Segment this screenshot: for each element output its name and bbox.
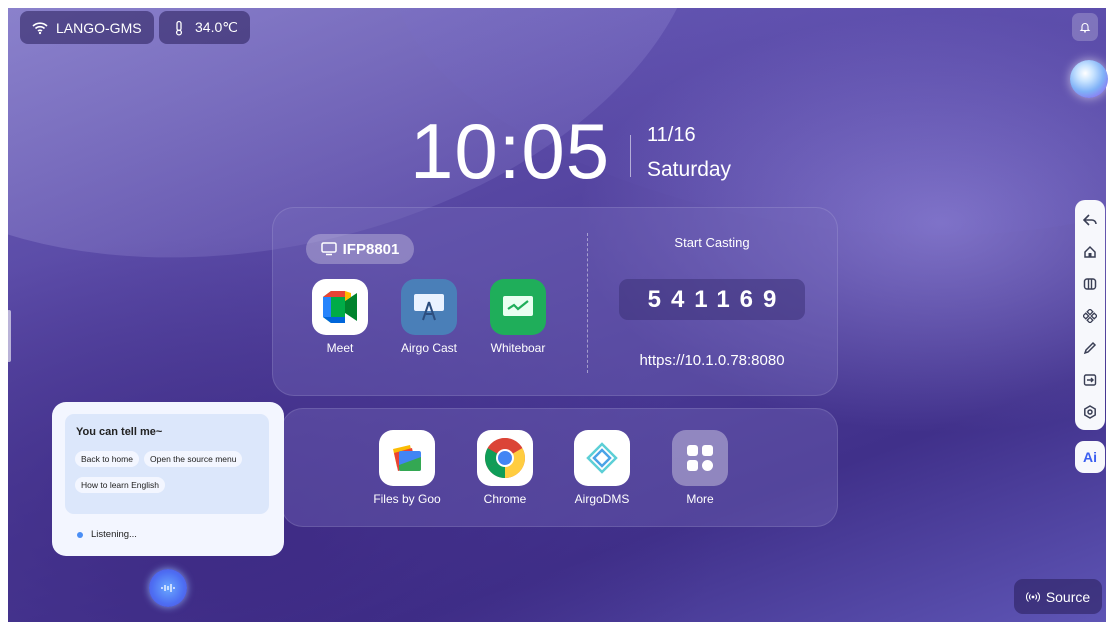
app-label: AirgoDMS [574,492,630,506]
app-meet[interactable]: Meet [300,279,380,355]
whiteboard-icon [490,279,546,335]
screen-share-icon [1083,374,1097,386]
app-label: Whiteboar [490,341,546,355]
split-screen-button[interactable] [1080,274,1100,294]
apps-button[interactable] [1080,306,1100,326]
ai-assistant-button[interactable]: Ai [1075,441,1105,473]
side-toolbar [1075,200,1105,430]
back-button[interactable] [1080,210,1100,230]
bell-icon [1079,23,1091,33]
temperature-status[interactable]: 34.0℃ [159,11,250,44]
airgo-cast-icon [401,279,457,335]
chrome-icon [477,430,533,486]
voice-suggestion[interactable]: Open the source menu [144,451,243,467]
home-icon [1084,245,1096,258]
thermometer-icon [175,20,183,36]
app-dock-panel [281,408,838,527]
back-icon [1083,214,1097,226]
monitor-icon [320,242,337,256]
edge-drag-handle[interactable] [7,310,11,362]
settings-icon [1084,405,1096,419]
app-whiteboard[interactable]: Whiteboar [478,279,558,355]
pen-icon [1083,341,1097,355]
more-apps-icon [672,430,728,486]
settings-button[interactable] [1080,402,1100,422]
app-more[interactable]: More [660,430,740,506]
app-label: Chrome [483,492,527,506]
voice-suggestion[interactable]: Back to home [75,451,139,467]
voice-status-text: Listening... [91,529,137,540]
app-label: Meet [326,341,354,355]
clock-time: 10:05 [410,107,611,195]
clock-weekday: Saturday [647,158,732,181]
clock-divider [630,135,631,177]
app-chrome[interactable]: Chrome [465,430,545,506]
assistant-orb[interactable] [1070,60,1108,98]
listening-dot [77,531,83,538]
app-label: Airgo Cast [400,341,458,355]
voice-mic-button[interactable] [149,569,187,607]
app-airgodms[interactable]: AirgoDMS [562,430,642,506]
notification-button[interactable] [1072,13,1098,41]
app-label: More [686,492,714,506]
split-screen-icon [1083,278,1097,290]
casting-title: Start Casting [674,235,750,250]
voice-suggestions-box: You can tell me~ Back to home Open the s… [65,414,269,514]
ai-label: Ai [1083,449,1097,465]
screen-share-button[interactable] [1080,370,1100,390]
clock-date: 11/16 [647,124,696,146]
temperature-value: 34.0℃ [195,19,238,35]
voice-suggestion[interactable]: How to learn English [75,477,165,493]
source-label: Source [1045,588,1091,605]
meet-icon [312,279,368,335]
files-icon [379,430,435,486]
panel-divider [587,233,588,373]
device-name-chip[interactable]: IFP8801 [306,234,414,264]
source-button[interactable]: Source [1014,579,1102,614]
voice-status: Listening... [77,529,137,540]
device-name: IFP8801 [342,240,400,258]
home-button[interactable] [1080,242,1100,262]
apps-icon [1083,309,1097,323]
network-name: LANGO-GMS [56,19,142,36]
app-airgo-cast[interactable]: Airgo Cast [389,279,469,355]
casting-code: 541169 [619,279,805,320]
airgodms-icon [574,430,630,486]
wifi-icon [32,21,48,34]
voice-assistant-card: You can tell me~ Back to home Open the s… [52,402,284,556]
annotate-button[interactable] [1080,338,1100,358]
app-files[interactable]: Files by Goo [367,430,447,506]
network-status[interactable]: LANGO-GMS [20,11,154,44]
casting-url: https://10.1.0.78:8080 [639,352,785,369]
app-label: Files by Goo [373,492,441,506]
sound-wave-icon [161,584,175,592]
voice-hint-title: You can tell me~ [76,426,163,438]
broadcast-icon [1025,591,1040,602]
